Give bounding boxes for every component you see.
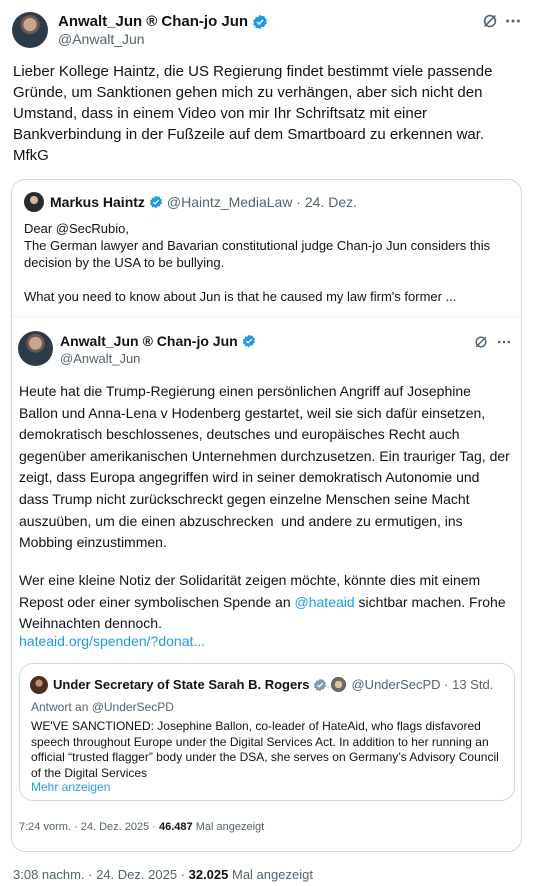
quote-author-name: Markus Haintz — [50, 194, 145, 210]
more-icon — [497, 340, 511, 344]
embedded-tweet-image: Anwalt_Jun ® Chan-jo Jun @Anwalt_Jun Heu… — [12, 316, 521, 852]
more-icon[interactable] — [504, 12, 522, 30]
quote-author-line: Markus Haintz @Haintz_MediaLaw · 24. Dez… — [50, 194, 357, 210]
views-label: Mal angezeigt — [228, 867, 313, 882]
embedded-author-line: Anwalt_Jun ® Chan-jo Jun — [60, 333, 256, 349]
embedded-timestamp: 7:24 vorm. · 24. Dez. 2025 · 46.487 Mal … — [19, 821, 264, 833]
embedded-body-2: Wer eine kleine Notiz der Solidarität ze… — [19, 570, 511, 635]
tweet-body: Lieber Kollege Haintz, die US Regierung … — [13, 63, 497, 164]
embedded-time: 7:24 vorm. · 24. Dez. 2025 · — [19, 821, 160, 833]
avatar — [30, 676, 48, 694]
verified-badge-icon — [242, 334, 255, 348]
show-more-link: Mehr anzeigen — [31, 780, 111, 794]
embedded-views-label: Mal angezeigt — [192, 821, 265, 833]
nested-handle-time: @UnderSecPD · 13 Std. — [351, 677, 494, 692]
author-name-line[interactable]: Anwalt_Jun ® Chan-jo Jun — [58, 13, 268, 30]
author-name[interactable]: Anwalt_Jun — [58, 13, 142, 30]
embedded-author-suffix: ® Chan-jo Jun — [142, 333, 238, 349]
grok-icon — [475, 336, 487, 348]
mention-link: @hateaid — [294, 593, 355, 610]
embedded-body: Heute hat die Trump-Regierung einen pers… — [19, 383, 514, 551]
quote-handle-time: @Haintz_MediaLaw · 24. Dez. — [166, 194, 357, 210]
views-count: 32.025 — [188, 867, 229, 882]
main-tweet: Anwalt_Jun ® Chan-jo Jun @Anwalt_Jun Lie… — [0, 0, 535, 886]
verified-badge-icon — [149, 195, 162, 209]
government-badge-icon — [314, 678, 327, 691]
tweet-timestamp: 3:08 nachm. · 24. Dez. 2025 · 32.025 Mal… — [13, 867, 313, 882]
author-name-suffix: ® Chan-jo Jun — [146, 13, 249, 30]
embedded-views-count: 46.487 — [159, 821, 193, 833]
verified-badge-icon — [253, 14, 267, 29]
grok-icon[interactable] — [481, 12, 499, 30]
avatar — [24, 192, 44, 212]
seal-icon — [331, 677, 347, 692]
embedded-author-name: Anwalt_Jun — [60, 333, 139, 349]
tweet-time[interactable]: 3:08 nachm. · 24. Dez. 2025 · — [13, 867, 189, 882]
nested-body: WE'VE SANCTIONED: Josephine Ballon, co-l… — [31, 719, 503, 780]
avatar[interactable] — [12, 12, 48, 48]
embedded-handle: @Anwalt_Jun — [60, 351, 141, 366]
quoted-tweet[interactable]: Markus Haintz @Haintz_MediaLaw · 24. Dez… — [11, 179, 522, 852]
nested-quoted-tweet: Under Secretary of State Sarah B. Rogers… — [19, 663, 515, 801]
nested-author-name: Under Secretary of State Sarah B. Rogers — [53, 677, 310, 692]
avatar — [18, 331, 53, 366]
author-handle[interactable]: @Anwalt_Jun — [58, 31, 145, 47]
nested-reply-to: Antwort an @UnderSecPD — [31, 700, 174, 714]
quote-body: Dear @SecRubio, The German lawyer and Ba… — [24, 221, 491, 304]
nested-author-line: Under Secretary of State Sarah B. Rogers… — [53, 677, 493, 692]
embedded-url: hateaid.org/spenden/?donat... — [19, 633, 206, 649]
